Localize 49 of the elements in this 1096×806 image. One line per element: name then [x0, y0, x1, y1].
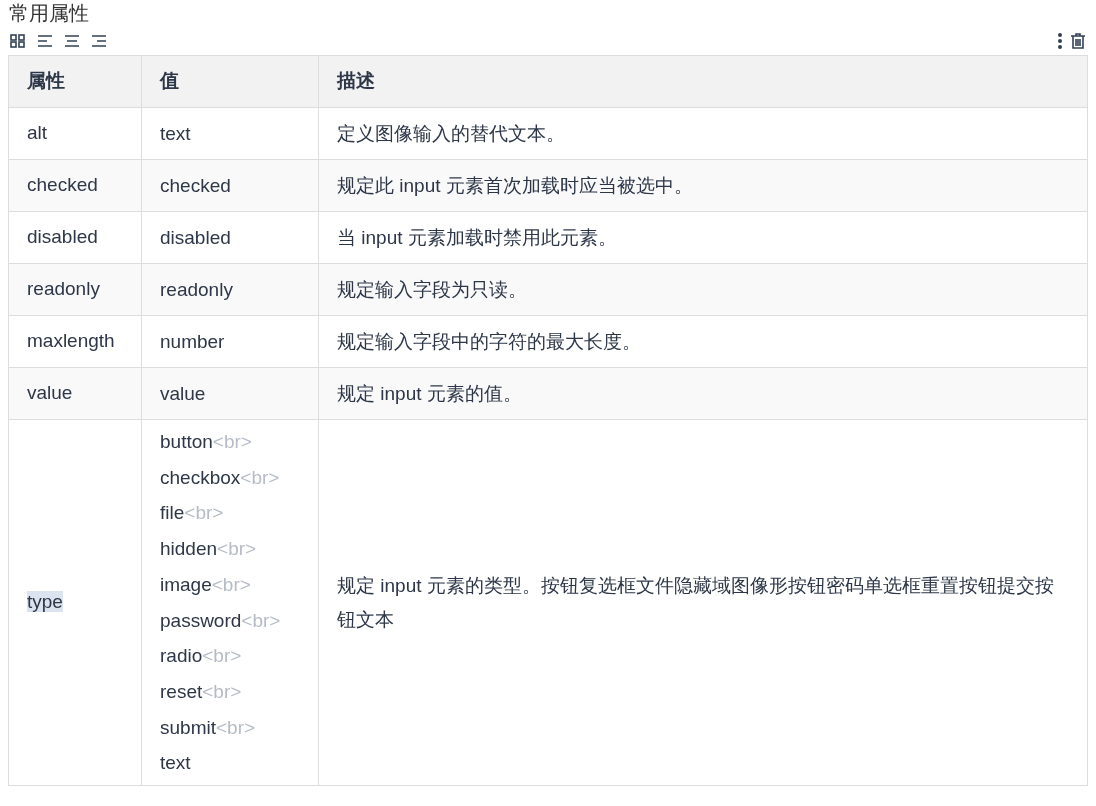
attribute-name: value	[27, 382, 73, 404]
tag-text: <br>	[202, 680, 242, 702]
attribute-name: type	[27, 591, 63, 613]
tag-text: <br>	[217, 538, 257, 560]
grid-icon[interactable]	[9, 32, 27, 50]
description-text: 当 input 元素加载时禁用此元素。	[337, 226, 617, 248]
value-text: reset	[160, 680, 203, 702]
description-text: 规定 input 元素的值。	[337, 382, 522, 404]
value-text: checkbox	[160, 466, 241, 488]
description-text: 定义图像输入的替代文本。	[337, 122, 565, 144]
column-header: 属性	[8, 55, 142, 108]
column-header: 描述	[318, 55, 1088, 108]
more-icon[interactable]	[1057, 32, 1063, 50]
tag-text: <br>	[184, 502, 224, 524]
description-text: 规定此 input 元素首次加载时应当被选中。	[337, 174, 693, 196]
tag-text: <br>	[212, 431, 252, 452]
attribute-name: checked	[27, 174, 98, 196]
value-text: image	[160, 573, 212, 595]
tag-text: <br>	[215, 716, 256, 738]
value-text: number	[160, 330, 225, 352]
column-header: 值	[141, 55, 319, 108]
tag-text: <br>	[202, 645, 242, 667]
attribute-name: maxlength	[27, 330, 115, 352]
align-left-icon[interactable]	[36, 32, 54, 50]
value-text: radio	[160, 645, 203, 667]
value-text: hidden	[160, 538, 218, 560]
tag-text: <br>	[211, 573, 251, 595]
value-text: disabled	[160, 226, 231, 248]
description-text: 规定输入字段为只读。	[337, 278, 527, 300]
value-text: readonly	[160, 278, 233, 300]
value-text: text	[160, 752, 191, 774]
align-right-icon[interactable]	[90, 32, 108, 50]
value-text: password	[160, 609, 242, 631]
tag-text: <br>	[240, 466, 280, 488]
value-text: checked	[160, 174, 231, 196]
attribute-name: alt	[27, 122, 48, 144]
value-text: button	[160, 431, 213, 452]
align-center-icon[interactable]	[63, 32, 81, 50]
value-text: value	[160, 382, 206, 404]
value-text: file	[160, 502, 185, 524]
attribute-name: disabled	[27, 226, 98, 248]
delete-icon[interactable]	[1069, 32, 1087, 50]
value-text: text	[160, 122, 191, 144]
block-title: 常用属性	[8, 1, 90, 26]
description-text: 规定 input 元素的类型。按钮复选框文件隐藏域图像形按钮密码单选框重置按钮提交按钮文本	[337, 574, 1054, 630]
attribute-name: readonly	[27, 278, 100, 300]
value-text: submit	[160, 716, 216, 738]
description-text: 规定输入字段中的字符的最大长度。	[337, 330, 641, 352]
tag-text: <br>	[241, 609, 281, 631]
